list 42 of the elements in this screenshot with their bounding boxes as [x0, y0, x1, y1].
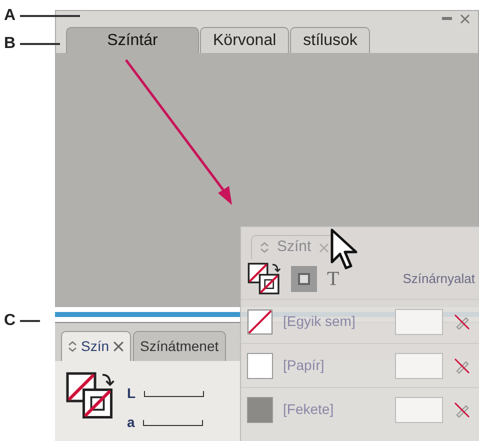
callout-label: C	[4, 313, 16, 329]
leader-line	[20, 43, 60, 45]
swatch-row[interactable]: [Fekete]	[241, 387, 479, 431]
text-format-icon[interactable]: T	[327, 264, 340, 294]
leader-line	[20, 320, 40, 322]
swatch-row[interactable]: [Egyik sem]	[241, 299, 479, 343]
swatch-name: [Papír]	[283, 356, 324, 375]
channel-label: a	[127, 413, 135, 432]
swatch-name: [Egyik sem]	[283, 312, 356, 331]
channel-label: L	[127, 384, 136, 403]
paper-swatch	[247, 352, 273, 378]
value-field[interactable]	[395, 352, 443, 378]
panel-tab[interactable]: stílusok	[290, 27, 370, 53]
minimize-icon[interactable]	[442, 17, 452, 21]
stroke-container-button[interactable]	[291, 266, 317, 292]
close-icon[interactable]	[113, 341, 124, 352]
expand-collapse-icon[interactable]	[260, 242, 269, 253]
no-edit-icon	[453, 400, 471, 418]
panel-tab[interactable]: Színtár	[66, 27, 199, 53]
close-icon[interactable]	[460, 14, 470, 24]
panel-tab[interactable]: Szín	[61, 331, 132, 361]
callout-label: A	[4, 8, 16, 24]
value-field[interactable]	[395, 396, 443, 422]
leader-line	[20, 15, 80, 17]
swatch-name: [Fekete]	[283, 400, 334, 419]
value-field[interactable]	[395, 308, 443, 334]
slider-track[interactable]	[144, 390, 204, 396]
no-edit-icon	[453, 312, 471, 330]
panel-tab[interactable]: Színátmenet	[133, 331, 226, 361]
callout-label: B	[4, 36, 16, 52]
tint-label: Színárnyalat	[402, 270, 475, 288]
no-edit-icon	[453, 356, 471, 374]
fill-stroke-icon[interactable]	[65, 371, 115, 421]
filled-swatch	[247, 396, 273, 422]
swatch-row[interactable]: [Papír]	[241, 343, 479, 387]
dragged-panel[interactable]: Színt T Színárnyalat [Egyik sem] [Papír] [Fekete]	[240, 226, 479, 441]
panel-tab[interactable]: Körvonal	[200, 27, 290, 53]
expand-collapse-icon[interactable]	[68, 341, 77, 352]
mouse-pointer-icon	[330, 228, 360, 272]
slider-track[interactable]	[142, 420, 203, 426]
no-color-swatch	[247, 308, 273, 334]
fill-stroke-icon[interactable]	[247, 262, 281, 296]
